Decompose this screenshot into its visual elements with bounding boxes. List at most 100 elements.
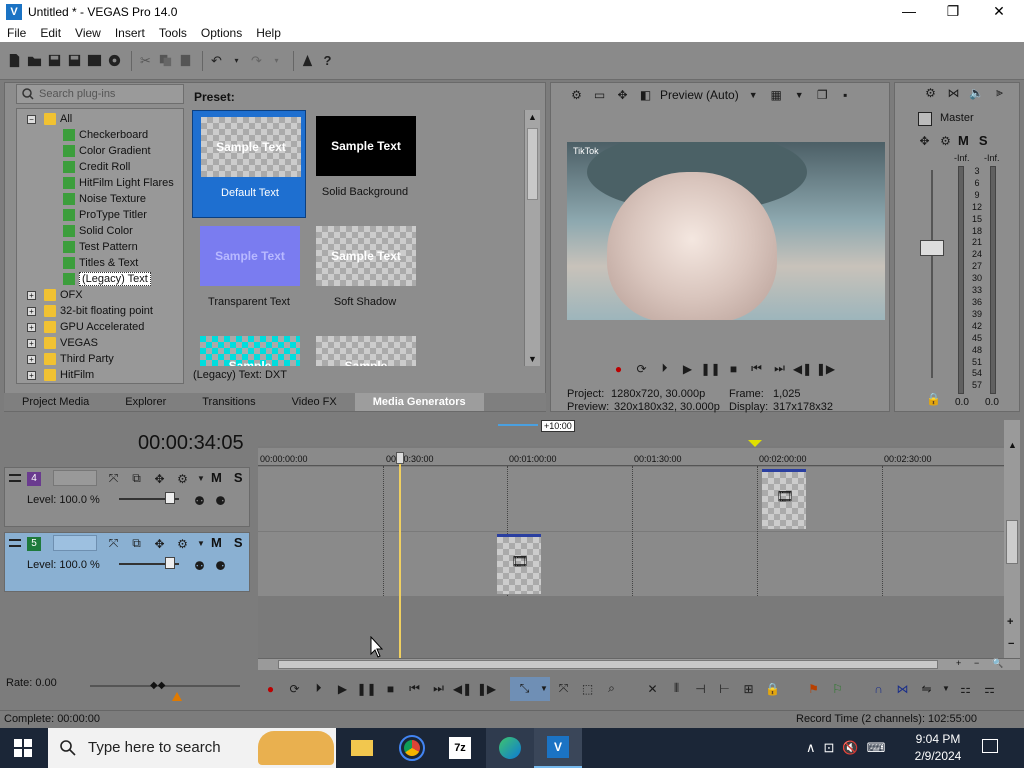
notifications-icon[interactable] <box>982 739 998 753</box>
collapse-track-icon[interactable] <box>9 539 21 547</box>
menu-tools[interactable]: Tools <box>152 26 194 40</box>
next-frame-icon[interactable]: ❚▶ <box>477 680 496 697</box>
scroll-thumb[interactable] <box>1006 520 1018 564</box>
previous-frame-icon[interactable]: ◀❚ <box>453 680 472 697</box>
overlays-dropdown-icon[interactable]: ▼ <box>791 86 808 103</box>
track-level-knob[interactable] <box>165 492 175 504</box>
tab-media-generators[interactable]: Media Generators <box>354 393 484 411</box>
minimize-button[interactable]: — <box>886 0 932 24</box>
new-project-icon[interactable] <box>6 52 23 69</box>
bypass-motion-blur-icon[interactable]: ⧉ <box>128 535 145 552</box>
preset-item[interactable]: Sample <box>308 330 422 366</box>
trim-icon[interactable]: ⫴ <box>668 680 685 697</box>
timeline-event-clip[interactable]: 🎞 <box>762 469 806 529</box>
scroll-thumb[interactable] <box>527 128 538 200</box>
lock-icon[interactable]: 🔒 <box>926 392 941 406</box>
track-motion-icon[interactable]: ⤧ <box>105 470 122 487</box>
playhead-handle[interactable] <box>396 452 404 464</box>
show-hidden-icons-icon[interactable]: ∧ <box>806 740 816 756</box>
expand-icon[interactable]: + <box>27 290 36 300</box>
record-icon[interactable]: ● <box>262 680 279 697</box>
go-to-end-icon[interactable]: ⏭ <box>771 360 788 377</box>
close-button[interactable]: ✕ <box>976 0 1022 24</box>
tree-folder-32bit[interactable]: +32-bit floating point <box>27 303 153 319</box>
timeline-event-clip[interactable]: 🎞 <box>497 534 541 594</box>
track-header-5[interactable]: 5 ⤧ ⧉ ✥ ⚙ ▼ M S Level: 100.0 % ⚉ ⚈ <box>4 532 250 592</box>
loop-playback-icon[interactable]: ⟳ <box>286 680 303 697</box>
track-name-field[interactable] <box>53 470 97 486</box>
preview-settings-gear-icon[interactable]: ⚙ <box>568 86 585 103</box>
track-fx-gear-icon[interactable]: ⚙ <box>174 470 191 487</box>
save-snapshot-icon[interactable]: ▪ <box>837 86 854 103</box>
collapse-track-icon[interactable] <box>9 474 21 482</box>
track-mute-button[interactable]: M <box>211 470 222 487</box>
delete-icon[interactable]: ✕ <box>644 680 661 697</box>
network-icon[interactable]: ⊡ <box>824 740 835 756</box>
bypass-motion-blur-icon[interactable]: ⧉ <box>128 470 145 487</box>
preset-default-text[interactable]: Sample Text Default Text <box>192 110 306 218</box>
keyboard-icon[interactable]: ⌨ <box>867 740 886 756</box>
preview-quality-select[interactable]: Preview (Auto) <box>660 88 739 102</box>
previous-frame-icon[interactable]: ◀❚ <box>793 360 812 377</box>
play-icon[interactable]: ▶ <box>334 680 351 697</box>
copy-snapshot-icon[interactable]: ❐ <box>814 86 831 103</box>
paste-icon[interactable] <box>177 52 194 69</box>
tree-item-checkerboard[interactable]: Checkerboard <box>63 127 148 143</box>
normal-edit-tool-icon[interactable]: ⤡ <box>516 680 533 697</box>
pause-icon[interactable]: ❚❚ <box>700 360 720 377</box>
tree-item-solid-color[interactable]: Solid Color <box>63 223 133 239</box>
master-fx-checkbox[interactable] <box>918 112 932 126</box>
trim-end-icon[interactable]: ⊢ <box>716 680 733 697</box>
compositing-child-icon[interactable]: ⚈ <box>212 492 229 509</box>
tree-item-legacy-text[interactable]: (Legacy) Text <box>63 271 151 287</box>
undo-icon[interactable]: ↶ <box>208 52 225 69</box>
ignore-grouping-icon[interactable]: ⚎ <box>981 680 998 697</box>
zoom-out-track-icon[interactable]: − <box>1008 638 1014 650</box>
play-from-start-icon[interactable]: ⏵ <box>310 680 327 697</box>
trim-start-icon[interactable]: ⊣ <box>692 680 709 697</box>
scroll-up-icon[interactable]: ▲ <box>528 112 537 122</box>
selection-tool-icon[interactable]: ⬚ <box>579 680 596 697</box>
master-route-icon[interactable]: ✥ <box>916 132 933 149</box>
tree-folder-ofx[interactable]: + OFX <box>27 287 83 303</box>
whats-this-help-icon[interactable]: ? <box>319 52 336 69</box>
collapse-icon[interactable]: − <box>27 114 36 124</box>
track-solo-button[interactable]: S <box>234 535 243 552</box>
redo-dropdown-icon[interactable]: ▾ <box>268 52 285 69</box>
track-solo-button[interactable]: S <box>234 470 243 487</box>
preset-solid-background[interactable]: Sample Text Solid Background <box>308 110 422 218</box>
tree-folder-gpu[interactable]: + GPU Accelerated <box>27 319 144 335</box>
insert-region-icon[interactable]: ⚐ <box>829 680 846 697</box>
tree-item-titles-text[interactable]: Titles & Text <box>63 255 138 271</box>
split-screen-icon[interactable]: ✥ <box>614 86 631 103</box>
zoom-tool-icon[interactable]: 🔍 <box>992 658 1003 669</box>
speaker-icon[interactable]: 🔈 <box>968 84 985 101</box>
compositing-parent-icon[interactable]: ⚉ <box>191 557 208 574</box>
expand-icon[interactable]: + <box>27 370 36 380</box>
track-lane-5[interactable] <box>258 532 1004 596</box>
master-solo-button[interactable]: S <box>979 133 988 148</box>
menu-options[interactable]: Options <box>194 26 249 40</box>
auto-crossfade-icon[interactable]: ⋈ <box>894 680 911 697</box>
track-level-knob[interactable] <box>165 557 175 569</box>
menu-edit[interactable]: Edit <box>33 26 68 40</box>
play-icon[interactable]: ▶ <box>679 360 696 377</box>
go-to-end-icon[interactable]: ⏭ <box>430 680 447 697</box>
maximize-button[interactable]: ❐ <box>930 0 976 24</box>
tree-item-protype-titler[interactable]: ProType Titler <box>63 207 147 223</box>
render-icon[interactable] <box>86 52 103 69</box>
volume-muted-icon[interactable]: 🔇 <box>842 740 858 756</box>
track-fx-dropdown-icon[interactable]: ▼ <box>197 470 205 487</box>
interactive-tutorials-icon[interactable] <box>299 52 316 69</box>
composite-mode-icon[interactable]: ✥ <box>151 535 168 552</box>
cut-icon[interactable]: ✂ <box>137 52 154 69</box>
scroll-thumb[interactable] <box>278 660 938 669</box>
mixer-icon[interactable]: ⫸ <box>991 84 1008 101</box>
tab-project-media[interactable]: Project Media <box>4 393 107 411</box>
stop-icon[interactable]: ■ <box>382 680 399 697</box>
master-mute-button[interactable]: M <box>958 133 969 148</box>
go-to-start-icon[interactable]: ⏮ <box>406 680 423 697</box>
track-lane-4[interactable] <box>258 467 1004 531</box>
overlays-grid-icon[interactable]: ▦ <box>768 86 785 103</box>
tool-dropdown-icon[interactable]: ▼ <box>540 680 548 697</box>
